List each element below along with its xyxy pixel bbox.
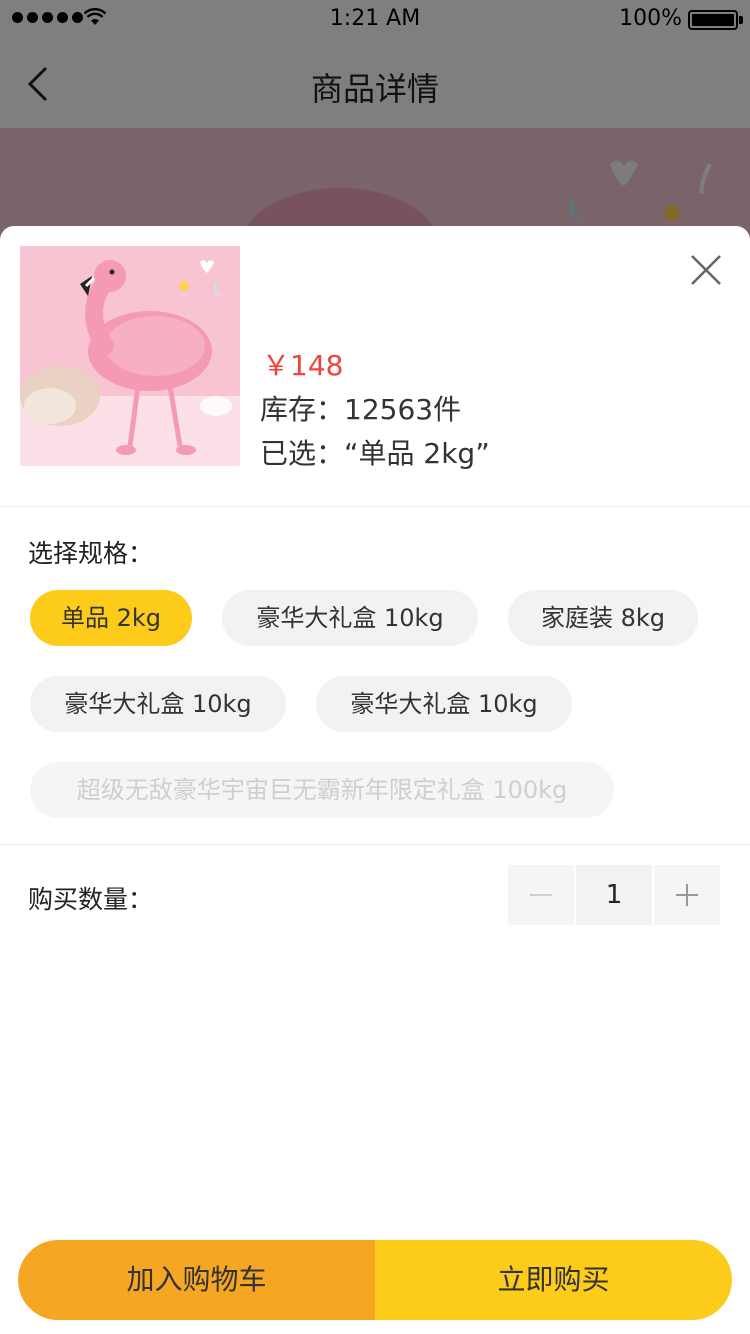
action-bar: 加入购物车 立即购买 — [18, 1240, 732, 1320]
spec-option[interactable]: 豪华大礼盒 10kg — [30, 676, 286, 732]
add-to-cart-button[interactable]: 加入购物车 — [18, 1240, 375, 1320]
sku-selector-sheet: ￥148 库存：12563件 已选：“单品 2kg” 选择规格： 单品 2kg … — [0, 226, 750, 1334]
close-icon[interactable] — [686, 250, 726, 290]
spec-option[interactable]: 豪华大礼盒 10kg — [316, 676, 572, 732]
selected-spec-text: 已选：“单品 2kg” — [260, 437, 490, 470]
product-thumbnail — [20, 246, 240, 466]
buy-now-button[interactable]: 立即购买 — [375, 1240, 732, 1320]
minus-icon — [530, 894, 552, 896]
quantity-stepper: 1 — [508, 865, 720, 925]
spec-option[interactable]: 豪华大礼盒 10kg — [222, 590, 478, 646]
spec-option-disabled: 超级无敌豪华宇宙巨无霸新年限定礼盒 100kg — [30, 762, 614, 818]
spec-option[interactable]: 单品 2kg — [30, 590, 192, 646]
decrement-button[interactable] — [508, 865, 574, 925]
product-stock: 库存：12563件 — [260, 393, 462, 426]
spec-label: 选择规格： — [28, 539, 154, 568]
increment-button[interactable] — [654, 865, 720, 925]
divider — [0, 506, 750, 507]
spec-option[interactable]: 家庭装 8kg — [508, 590, 698, 646]
divider — [0, 844, 750, 845]
quantity-label: 购买数量： — [28, 885, 154, 914]
quantity-value[interactable]: 1 — [576, 865, 652, 925]
product-price: ￥148 — [262, 349, 344, 382]
